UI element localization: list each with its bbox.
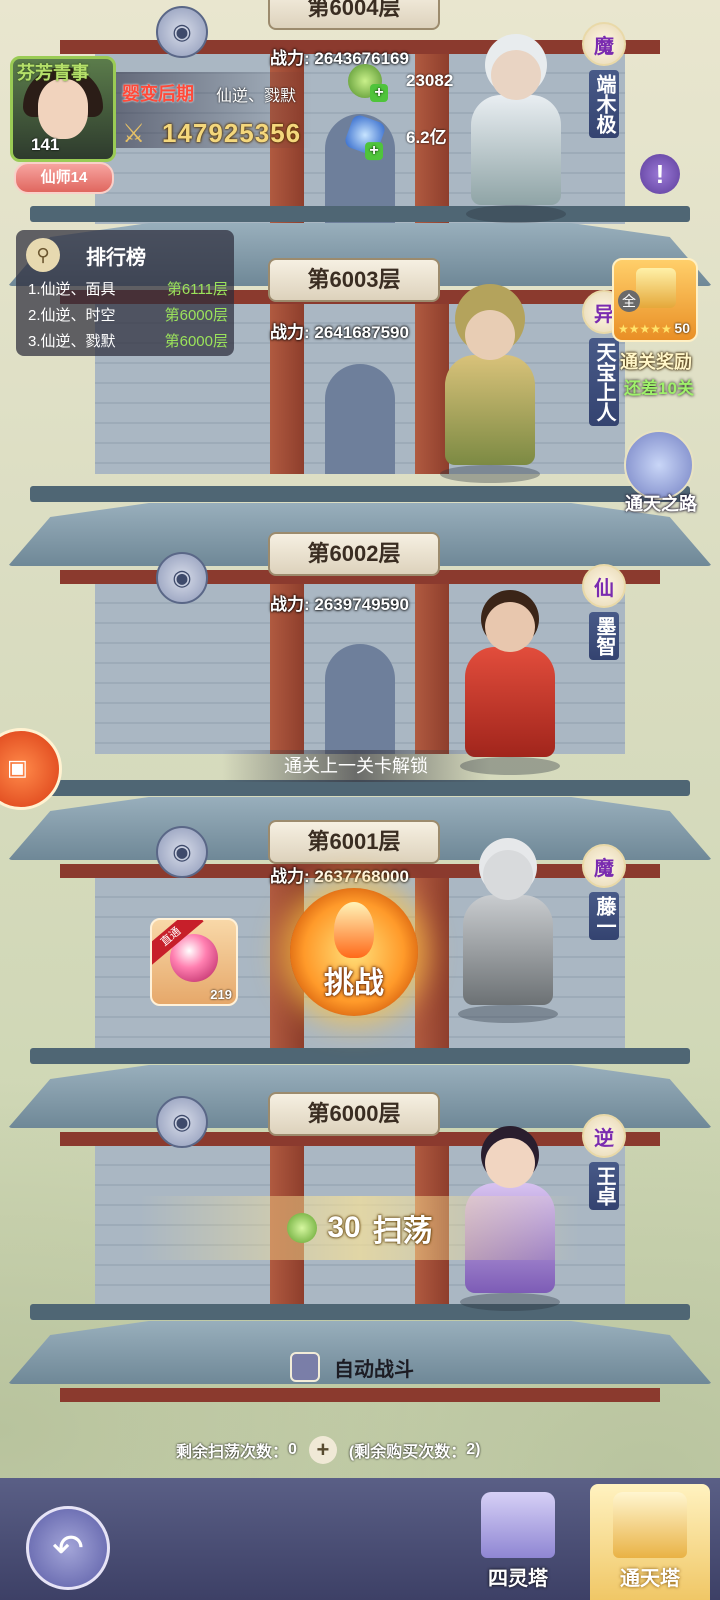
player-realm: 婴变后期 bbox=[122, 84, 194, 104]
player-avatar[interactable]: 芬芳青事 141 bbox=[10, 56, 116, 162]
buy-sweep-button[interactable]: + bbox=[308, 1436, 337, 1464]
boss-tag-tengyi: 魔 藤一 bbox=[582, 844, 626, 940]
add-jade-icon[interactable]: + bbox=[370, 84, 388, 102]
back-button[interactable]: ↶ bbox=[26, 1506, 110, 1590]
boss-tag-duanmuji: 魔 端木极 bbox=[582, 22, 626, 138]
avatar-logo-text: 芬芳青事 bbox=[17, 63, 89, 83]
reward-stars: ★★★★★ bbox=[618, 322, 672, 336]
faction-badge: 逆 bbox=[582, 1114, 626, 1158]
pagoda-icon bbox=[613, 1492, 687, 1558]
boss-name: 藤一 bbox=[589, 892, 619, 940]
floor-label-6003: 第6003层 bbox=[268, 258, 440, 302]
floor-label-6004: 第6004层 bbox=[268, 0, 440, 30]
ranking-row: 2.仙逆、时空 第6000层 bbox=[28, 307, 228, 324]
flame-icon bbox=[334, 902, 374, 958]
info-exclamation-icon[interactable]: ! bbox=[640, 154, 680, 194]
unlock-hint: 通关上一关卡解锁 bbox=[222, 750, 490, 782]
sweep-button[interactable]: 30 扫荡 bbox=[140, 1196, 580, 1260]
replay-camera-icon[interactable]: ◉ bbox=[156, 826, 208, 878]
reward-remaining: 还差10关 bbox=[624, 379, 694, 398]
crossed-swords-icon: ⚔ bbox=[122, 118, 146, 148]
jade-coin-icon: + bbox=[348, 64, 388, 102]
replay-camera-icon[interactable]: ◉ bbox=[156, 552, 208, 604]
clear-reward-chest[interactable]: 全 ★★★★★ 50 bbox=[612, 258, 698, 342]
floor-label-6000: 第6000层 bbox=[268, 1092, 440, 1136]
faction-badge: 魔 bbox=[582, 22, 626, 66]
replay-camera-icon[interactable]: ◉ bbox=[156, 6, 208, 58]
challenge-button[interactable]: 挑战 bbox=[290, 888, 418, 1016]
faction-badge: 仙 bbox=[582, 564, 626, 608]
pagoda-icon bbox=[481, 1492, 555, 1558]
tab-silingta[interactable]: 四灵塔 bbox=[458, 1484, 578, 1600]
boss-tag-mozhi: 仙 墨智 bbox=[582, 564, 626, 660]
crystal-resource[interactable]: + 6.2亿 bbox=[343, 113, 447, 161]
magnifier-icon: ⚲ bbox=[26, 238, 60, 272]
boss-tag-wangzhuo: 逆 王卓 bbox=[582, 1114, 626, 1210]
boss-name: 墨智 bbox=[589, 612, 619, 660]
reward-count: 50 bbox=[674, 320, 690, 336]
player-name: 仙逆、戮默 bbox=[216, 88, 297, 105]
ranking-panel[interactable]: ⚲ 排行榜 1.仙逆、面具 第6111层 2.仙逆、时空 第6000层 3.仙逆、戮… bbox=[16, 230, 234, 356]
boss-figure-tianbao[interactable] bbox=[420, 300, 560, 490]
reward-label: 通关奖励 bbox=[620, 352, 692, 372]
gamepad-icon: ▣ bbox=[7, 755, 28, 780]
ranking-row: 1.仙逆、面具 第6111层 bbox=[28, 281, 228, 298]
gift-pack[interactable]: 直通 219 bbox=[150, 918, 238, 1006]
boss-name: 端木极 bbox=[589, 70, 619, 138]
floor-label-6002: 第6002层 bbox=[268, 532, 440, 576]
boss-figure-tengyi[interactable] bbox=[438, 840, 578, 1030]
auto-battle-checkbox[interactable] bbox=[290, 1352, 320, 1382]
ranking-row: 3.仙逆、戮默 第6000层 bbox=[28, 333, 228, 350]
player-level: 141 bbox=[31, 135, 60, 154]
auto-battle-toggle[interactable]: 自动战斗 bbox=[290, 1352, 414, 1382]
player-combat-power: 147925356 bbox=[162, 118, 302, 148]
jade-coin-icon bbox=[287, 1213, 318, 1243]
crystal-icon: + bbox=[343, 113, 387, 161]
boss-figure-duanmuji[interactable] bbox=[446, 40, 586, 230]
add-crystal-icon[interactable]: + bbox=[365, 142, 384, 161]
back-arrow-icon: ↶ bbox=[52, 1527, 84, 1570]
floor-label-6001: 第6001层 bbox=[268, 820, 440, 864]
road-label[interactable]: 通天之路 bbox=[612, 490, 710, 516]
gold-ingot-icon bbox=[636, 268, 676, 308]
sweep-remaining: 剩余扫荡次数： 0 + (剩余购买次数： 2) bbox=[176, 1436, 481, 1464]
replay-camera-icon[interactable]: ◉ bbox=[156, 1096, 208, 1148]
title-badge[interactable]: 仙师14 bbox=[14, 162, 114, 194]
tab-tongtianta[interactable]: 通天塔 bbox=[590, 1484, 710, 1600]
jade-resource[interactable]: + 23082 bbox=[348, 64, 453, 102]
faction-badge: 魔 bbox=[582, 844, 626, 888]
boss-name: 王卓 bbox=[589, 1162, 619, 1210]
ranking-title: 排行榜 bbox=[86, 246, 146, 269]
